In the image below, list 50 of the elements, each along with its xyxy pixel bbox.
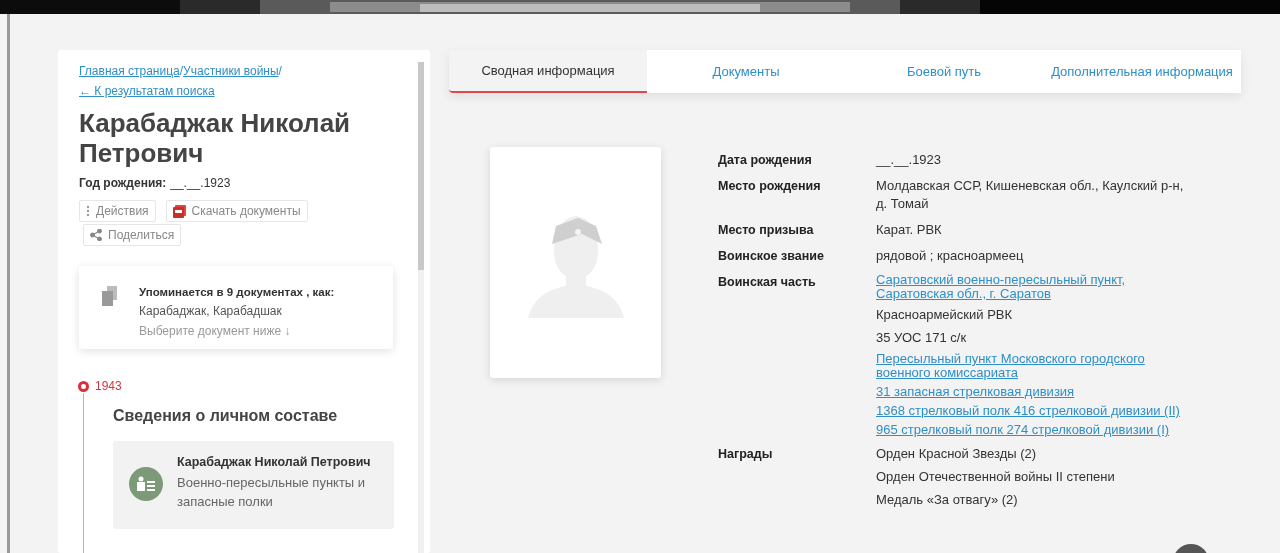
- download-button[interactable]: Скачать документы: [165, 200, 308, 222]
- breadcrumb-link[interactable]: Участники войны: [183, 64, 279, 78]
- field-value: Карат. РВК: [876, 221, 943, 239]
- documents-icon: [101, 286, 119, 306]
- unit-link[interactable]: 1368 стрелковый полк 416 стрелковой дивизии (II): [876, 404, 1180, 418]
- field-value: Орден Отечественной войны II степени: [876, 468, 1116, 486]
- share-icon: [90, 229, 102, 241]
- tab[interactable]: Сводная информация: [449, 50, 647, 93]
- field-label: Дата рождения: [718, 152, 813, 169]
- breadcrumb-link[interactable]: Главная страница: [79, 64, 180, 78]
- back-link[interactable]: ← К результатам поиска: [79, 84, 215, 98]
- mention-names: Карабаджак, Карабадшак: [139, 304, 283, 318]
- person-name: Карабаджак Николай Петрович: [79, 108, 352, 168]
- unit-link[interactable]: Саратовский военно-пересыльный пункт, Саратовская обл., г. Саратов: [876, 273, 1196, 301]
- field-label: Воинское звание: [718, 248, 825, 265]
- timeline-year: 1943: [95, 379, 122, 393]
- timeline-marker-icon: [78, 380, 89, 392]
- share-button[interactable]: Поделиться: [83, 224, 182, 246]
- field-value: Медаль «За отвагу» (2): [876, 491, 1019, 509]
- document-person-name: Карабаджак Николай Петрович: [177, 455, 372, 469]
- field-value: Красноармейский РВК: [876, 306, 1014, 324]
- field-label: Награды: [718, 446, 774, 463]
- field-value: рядовой ; красноармеец: [876, 247, 1025, 265]
- birth-year: __.__.1923: [170, 176, 231, 190]
- field-label: Место призыва: [718, 222, 815, 239]
- menu-button[interactable]: Действия: [79, 200, 156, 222]
- document-card[interactable]: Карабаджак Николай Петрович Военно-пересыльные пункты и запасные полки: [113, 441, 394, 529]
- tab[interactable]: Документы: [647, 50, 845, 93]
- field-value: Молдавская ССР, Кишеневская обл., Каулский р-н, д. Томай: [876, 177, 1185, 213]
- tab[interactable]: Дополнительная информация: [1043, 50, 1241, 93]
- field-value: Орден Красной Звезды (2): [876, 445, 1038, 463]
- field-label: Место рождения: [718, 178, 822, 195]
- field-value: 35 УОС 171 с/к: [876, 329, 968, 347]
- section-title: Сведения о личном составе: [113, 407, 339, 425]
- tab[interactable]: Боевой путь: [845, 50, 1043, 93]
- mentions-hint: Выберите документ ниже ↓: [139, 324, 292, 338]
- unit-link[interactable]: 965 стрелковый полк 274 стрелковой дивизии (I): [876, 423, 1170, 437]
- breadcrumb-separator: /: [179, 64, 184, 78]
- more-icon: [86, 205, 90, 217]
- document-description: Военно-пересыльные пункты и запасные полки: [177, 474, 367, 511]
- scrollbar[interactable]: [418, 62, 424, 553]
- pdf-icon: [172, 204, 186, 218]
- unit-link[interactable]: 31 запасная стрелковая дивизия: [876, 385, 1075, 399]
- document-type-icon: [129, 467, 163, 501]
- unit-link[interactable]: Пересыльный пункт Московского городского военного комиссариата: [876, 352, 1196, 380]
- field-value: __.__.1923: [876, 151, 943, 169]
- mentions-title: Упоминается в 9 документах , как:: [139, 286, 335, 298]
- birth-year-label: Год рождения:: [79, 176, 167, 190]
- breadcrumb-separator: /: [278, 64, 282, 78]
- field-label: Воинская часть: [718, 274, 817, 291]
